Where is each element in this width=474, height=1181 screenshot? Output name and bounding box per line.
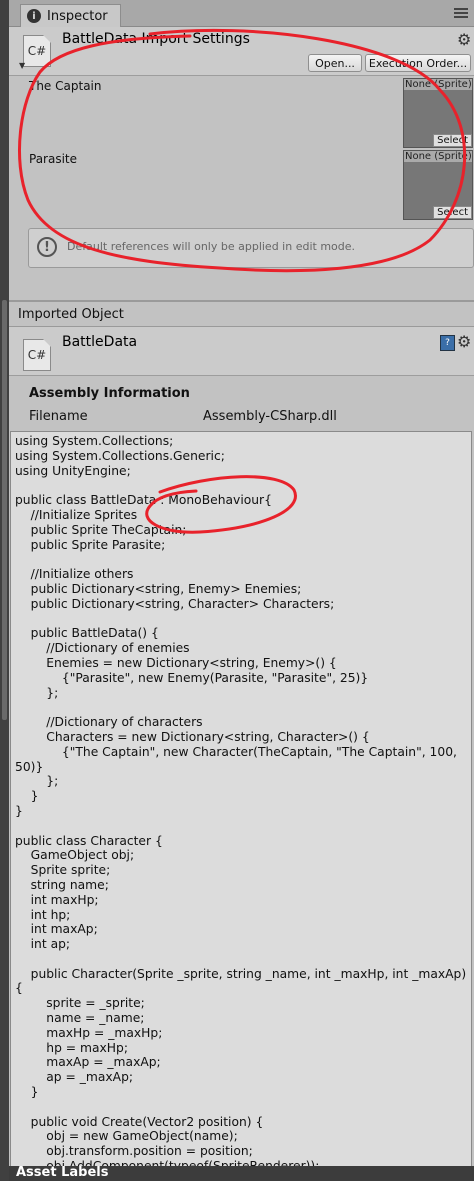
import-settings-header: C# ▼ BattleData Import Settings ⚙ Open..…: [9, 27, 474, 76]
tab-bar: i Inspector: [9, 0, 474, 27]
imported-object-header: Imported Object: [9, 302, 474, 327]
help-book-icon[interactable]: ?: [440, 335, 455, 351]
assembly-information: Assembly Information Filename Assembly-C…: [9, 376, 474, 430]
script-source-view: using System.Collections; using System.C…: [10, 431, 472, 1167]
select-button[interactable]: Select: [433, 134, 472, 147]
sprite-slot-the-captain[interactable]: None (Sprite) Select: [403, 78, 473, 148]
info-icon: i: [27, 9, 41, 23]
open-button[interactable]: Open...: [308, 54, 362, 72]
sprite-slot-value: None (Sprite): [404, 79, 472, 90]
gear-icon[interactable]: ⚙: [457, 30, 471, 49]
filename-value: Assembly-CSharp.dll: [203, 409, 337, 424]
sprite-slot-parasite[interactable]: None (Sprite) Select: [403, 150, 473, 220]
left-panel-edge: [0, 0, 9, 1181]
tab-menu-icon[interactable]: [454, 8, 468, 18]
filename-label: Filename: [29, 409, 88, 424]
csharp-icon-label: C#: [27, 44, 47, 58]
import-settings-title: BattleData Import Settings: [62, 31, 250, 47]
csharp-script-icon: C#: [23, 35, 51, 67]
assembly-information-heading: Assembly Information: [29, 386, 190, 401]
execution-order-button[interactable]: Execution Order...: [365, 54, 471, 72]
asset-labels-bar[interactable]: Asset Labels: [9, 1165, 474, 1181]
tab-inspector[interactable]: i Inspector: [20, 4, 121, 27]
gear-icon[interactable]: ⚙: [457, 332, 471, 351]
imported-object-title: BattleData: [62, 334, 138, 350]
imported-object-asset-header: C# BattleData ? ⚙: [9, 327, 474, 376]
foldout-arrow-icon[interactable]: ▼: [19, 61, 25, 70]
info-help-box: ! Default references will only be applie…: [28, 228, 474, 268]
select-button[interactable]: Select: [433, 206, 472, 219]
imported-object-label: Imported Object: [18, 307, 124, 322]
tab-label: Inspector: [47, 8, 108, 24]
csharp-icon-label: C#: [27, 348, 47, 362]
reference-label-the-captain: The Captain: [29, 79, 102, 93]
help-message: Default references will only be applied …: [67, 240, 356, 253]
sprite-slot-value: None (Sprite): [404, 151, 472, 162]
left-scrollbar-thumb[interactable]: [2, 300, 7, 720]
csharp-script-icon: C#: [23, 339, 51, 371]
warning-icon: !: [37, 237, 57, 257]
asset-labels-title: Asset Labels: [16, 1165, 109, 1180]
source-code-text: using System.Collections; using System.C…: [15, 434, 467, 1167]
reference-label-parasite: Parasite: [29, 152, 78, 166]
